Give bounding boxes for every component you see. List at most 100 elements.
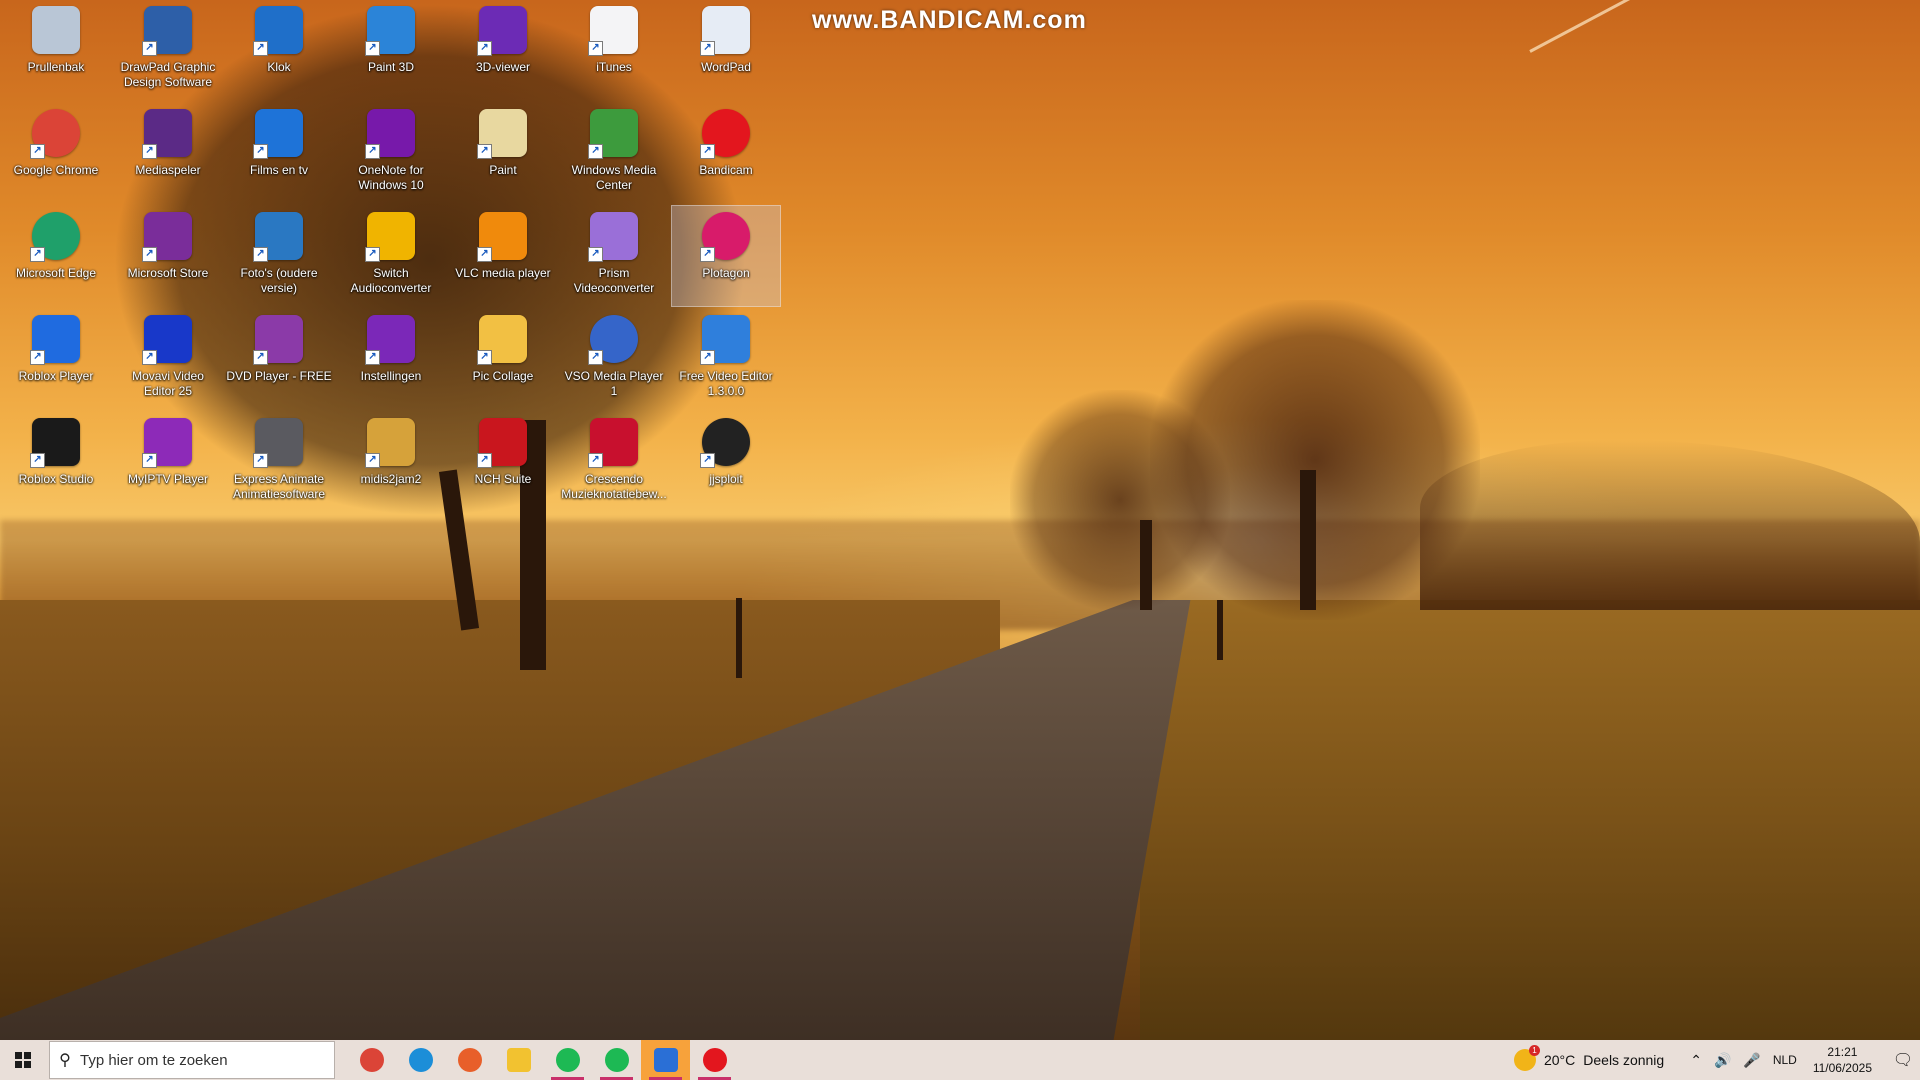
wordpad-icon: ↗ xyxy=(700,6,750,56)
weather-desc[interactable]: Deels zonnig xyxy=(1583,1052,1664,1068)
desktop-icon[interactable]: ↗ Pic Collage xyxy=(449,309,557,409)
switch-audio-icon: ↗ xyxy=(365,212,415,262)
desktop-icon[interactable]: ↗ Switch Audioconverter xyxy=(337,206,445,306)
weather-temp[interactable]: 20°C xyxy=(1544,1052,1575,1068)
shortcut-arrow-icon: ↗ xyxy=(588,350,603,365)
taskbar-app-chrome[interactable] xyxy=(347,1040,396,1080)
desktop-icon-label: Windows Media Center xyxy=(571,163,657,192)
taskbar-search-box[interactable]: ⚲ Typ hier om te zoeken xyxy=(49,1041,335,1079)
taskbar-app-spotify-2[interactable] xyxy=(592,1040,641,1080)
speaker-icon[interactable]: 🔊 xyxy=(1714,1052,1731,1069)
desktop-icon[interactable]: ↗ Films en tv xyxy=(225,103,333,203)
weather-icon[interactable]: 1 xyxy=(1513,1045,1540,1071)
chevron-up-icon[interactable]: ⌃ xyxy=(1690,1052,1702,1069)
desktop-icon[interactable]: ↗ MyIPTV Player xyxy=(114,412,222,512)
shortcut-arrow-icon: ↗ xyxy=(477,41,492,56)
microphone-icon[interactable]: 🎤 xyxy=(1743,1052,1760,1069)
films-tv-icon: ↗ xyxy=(253,109,303,159)
shortcut-arrow-icon: ↗ xyxy=(142,350,157,365)
taskbar-app-spotify[interactable] xyxy=(543,1040,592,1080)
desktop-icon[interactable]: ↗ Klok xyxy=(225,0,333,100)
desktop-icon[interactable]: Prullenbak xyxy=(2,0,110,100)
desktop-icon-label: Films en tv xyxy=(249,163,308,177)
desktop-icon[interactable]: ↗ VSO Media Player 1 xyxy=(560,309,668,409)
bandicam-record-icon xyxy=(702,1048,727,1072)
desktop-icon[interactable]: ↗ Movavi Video Editor 25 xyxy=(114,309,222,409)
desktop-icon-label: Plotagon xyxy=(702,266,750,280)
pic-collage-icon xyxy=(653,1048,678,1072)
desktop-icon[interactable]: ↗ Express Animate Animatiesoftware xyxy=(225,412,333,512)
chrome-icon: ↗ xyxy=(30,109,80,159)
desktop-icon-label: Foto's (oudere versie) xyxy=(240,266,318,295)
search-icon: ⚲ xyxy=(59,1052,71,1069)
desktop-icon[interactable]: ↗ Microsoft Edge xyxy=(2,206,110,306)
desktop-icon[interactable]: ↗ Roblox Player xyxy=(2,309,110,409)
desktop-icon-label: DrawPad Graphic Design Software xyxy=(120,60,216,89)
desktop-icon[interactable]: ↗ Free Video Editor 1.3.0.0 xyxy=(672,309,780,409)
taskbar-app-pic-collage[interactable] xyxy=(641,1040,690,1080)
taskbar-app-file-explorer[interactable] xyxy=(494,1040,543,1080)
desktop-icon[interactable]: ↗ Plotagon xyxy=(671,205,781,307)
chrome-icon xyxy=(359,1048,384,1072)
windows-media-center-icon: ↗ xyxy=(588,109,638,159)
desktop-icon[interactable]: ↗ Paint 3D xyxy=(337,0,445,100)
desktop-icon-label: NCH Suite xyxy=(474,472,532,486)
desktop-icon[interactable]: ↗ Paint xyxy=(449,103,557,203)
edge-icon: ↗ xyxy=(30,212,80,262)
folder-icon xyxy=(506,1048,531,1072)
desktop-icon-label: OneNote for Windows 10 xyxy=(358,163,424,192)
desktop-icon-label: Pic Collage xyxy=(472,369,534,383)
shortcut-arrow-icon: ↗ xyxy=(588,41,603,56)
desktop-icon[interactable]: ↗ VLC media player xyxy=(449,206,557,306)
clock[interactable]: 21:21 11/06/2025 xyxy=(1813,1044,1872,1076)
shortcut-arrow-icon: ↗ xyxy=(30,453,45,468)
desktop-icon-label: VLC media player xyxy=(455,266,551,280)
desktop-icon-label: Express Animate Animatiesoftware xyxy=(232,472,326,501)
desktop-icon[interactable]: ↗ DVD Player - FREE xyxy=(225,309,333,409)
desktop-icon[interactable]: ↗ Crescendo Muzieknotatiebew... xyxy=(560,412,668,512)
desktop-icon[interactable]: ↗ 3D-viewer xyxy=(449,0,557,100)
language-indicator[interactable]: NLD xyxy=(1773,1053,1797,1067)
desktop-icon[interactable]: ↗ iTunes xyxy=(560,0,668,100)
desktop-icon-label: iTunes xyxy=(596,60,632,74)
desktop-icon[interactable]: ↗ jjsploit xyxy=(672,412,780,512)
taskbar-app-bandicam[interactable] xyxy=(690,1040,739,1080)
taskbar-app-firefox[interactable] xyxy=(445,1040,494,1080)
desktop-icon[interactable]: ↗ Windows Media Center xyxy=(560,103,668,203)
spotify-icon xyxy=(555,1048,580,1072)
desktop-icon[interactable]: ↗ Mediaspeler xyxy=(114,103,222,203)
movavi-icon: ↗ xyxy=(142,315,192,365)
crescendo-icon: ↗ xyxy=(588,418,638,468)
shortcut-arrow-icon: ↗ xyxy=(588,453,603,468)
desktop-icon[interactable]: ↗ Google Chrome xyxy=(2,103,110,203)
desktop-icon[interactable]: ↗ midis2jam2 xyxy=(337,412,445,512)
vso-play-icon: ↗ xyxy=(588,315,638,365)
desktop-icon-label: Mediaspeler xyxy=(135,163,201,177)
desktop-icon[interactable]: ↗ Prism Videoconverter xyxy=(560,206,668,306)
taskbar-app-edge[interactable] xyxy=(396,1040,445,1080)
shortcut-arrow-icon: ↗ xyxy=(142,144,157,159)
desktop-icon[interactable]: ↗ OneNote for Windows 10 xyxy=(337,103,445,203)
shortcut-arrow-icon: ↗ xyxy=(700,247,715,262)
desktop-icon-label: midis2jam2 xyxy=(360,472,422,486)
desktop-icon[interactable]: ↗ DrawPad Graphic Design Software xyxy=(114,0,222,100)
shortcut-arrow-icon: ↗ xyxy=(477,453,492,468)
desktop-icon[interactable]: ↗ NCH Suite xyxy=(449,412,557,512)
dvd-icon: ↗ xyxy=(253,315,303,365)
desktop-icon[interactable]: ↗ Microsoft Store xyxy=(114,206,222,306)
media-player-icon: ↗ xyxy=(142,109,192,159)
desktop-icon[interactable]: ↗ Bandicam xyxy=(672,103,780,203)
shortcut-arrow-icon: ↗ xyxy=(477,350,492,365)
desktop-icon[interactable]: ↗ Roblox Studio xyxy=(2,412,110,512)
desktop-icon-label: Prism Videoconverter xyxy=(573,266,655,295)
notification-center-icon[interactable]: 🗨 xyxy=(1886,1040,1920,1080)
desktop-icon-label: Movavi Video Editor 25 xyxy=(132,369,204,398)
desktop-icon[interactable]: ↗ Instellingen xyxy=(337,309,445,409)
tree-line xyxy=(1420,440,1920,610)
shortcut-arrow-icon: ↗ xyxy=(700,41,715,56)
desktop-icon[interactable]: ↗ WordPad xyxy=(672,0,780,100)
desktop-icon[interactable]: ↗ Foto's (oudere versie) xyxy=(225,206,333,306)
system-tray: 1 20°C Deels zonnig ⌃ 🔊 🎤 NLD 21:21 11/0… xyxy=(1513,1040,1920,1080)
start-button[interactable] xyxy=(0,1040,46,1080)
desktop-icon-label: Bandicam xyxy=(699,163,753,177)
